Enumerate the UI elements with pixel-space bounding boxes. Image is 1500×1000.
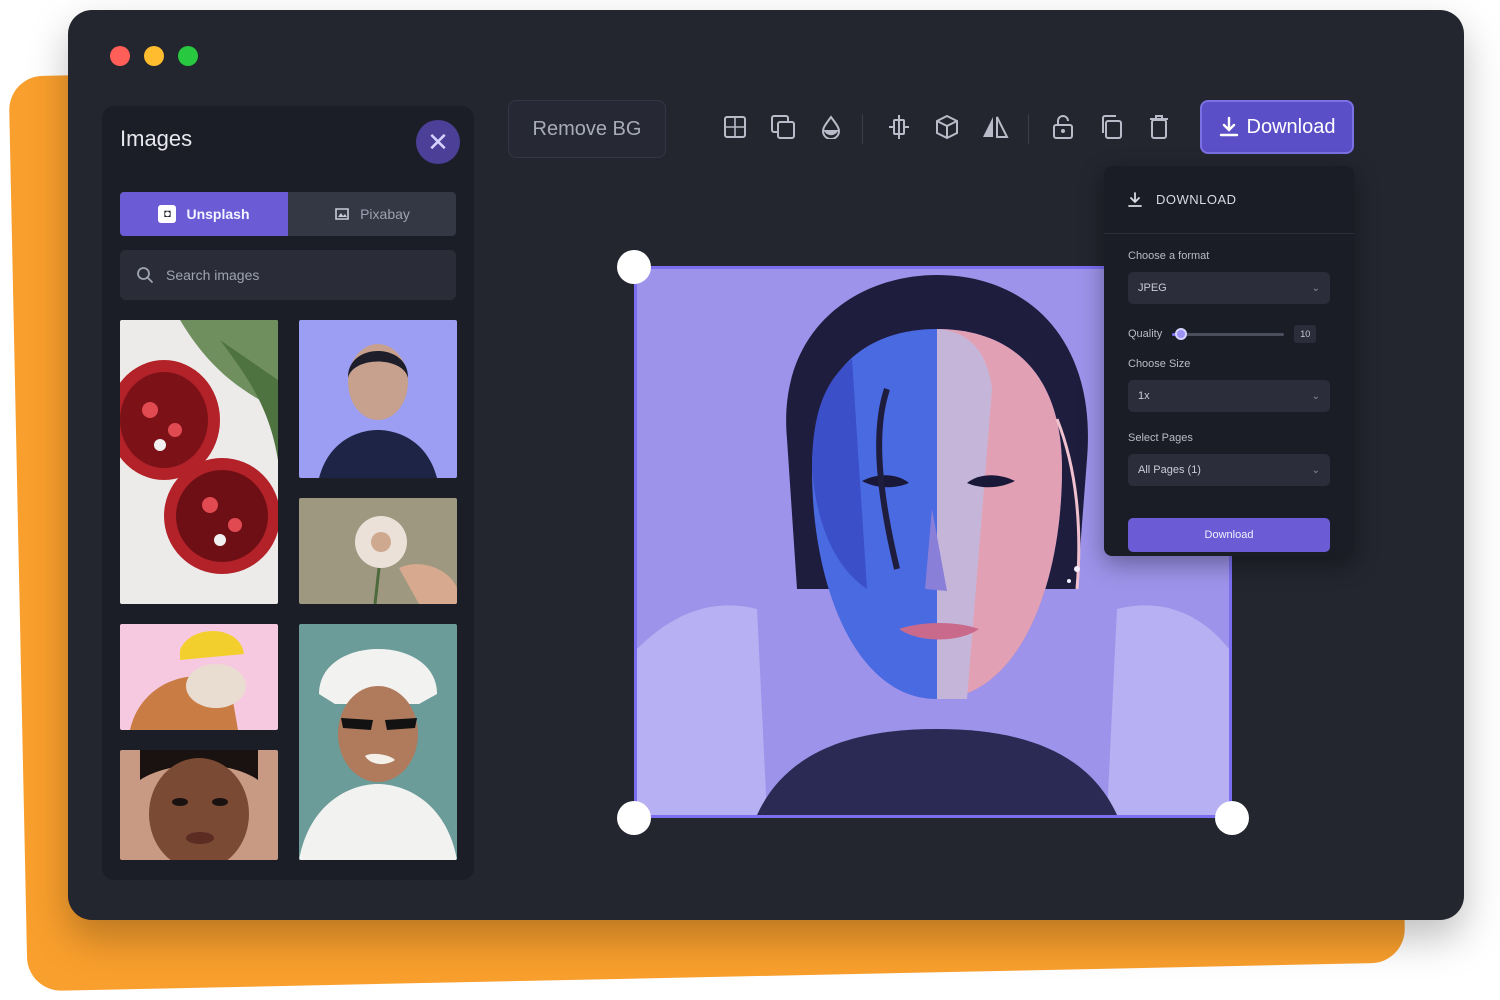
download-button-label: Download: [1246, 115, 1336, 138]
duplicate-frame-icon[interactable]: [764, 108, 802, 146]
toolbar-divider: [1028, 114, 1029, 144]
window-controls: [110, 46, 198, 66]
chevron-down-icon: ⌄: [1311, 464, 1320, 476]
tab-pixabay[interactable]: Pixabay: [288, 192, 456, 236]
pages-value: All Pages (1): [1138, 464, 1201, 476]
toolbar-divider: [862, 114, 863, 144]
thumbnail-portrait-woman[interactable]: [299, 320, 457, 478]
tool-group-object: [1044, 108, 1178, 146]
unlock-icon[interactable]: [1044, 108, 1082, 146]
grid-icon[interactable]: [716, 108, 754, 146]
trash-icon[interactable]: [1140, 108, 1178, 146]
thumbnail-towel-sunglasses[interactable]: [299, 624, 457, 860]
close-icon: ✕: [427, 127, 449, 157]
quality-slider-knob[interactable]: [1175, 327, 1188, 340]
download-panel-header: DOWNLOAD: [1104, 166, 1354, 234]
pixabay-icon: [335, 208, 349, 220]
size-label: Choose Size: [1128, 358, 1191, 370]
search-box: [120, 250, 456, 300]
images-panel: Images ✕ ◘ Unsplash Pixabay: [102, 106, 474, 880]
format-value: JPEG: [1138, 282, 1167, 294]
minimize-window-dot[interactable]: [144, 46, 164, 66]
thumbnail-flower-hand[interactable]: [299, 498, 457, 604]
tab-label: Unsplash: [186, 206, 250, 222]
pages-select[interactable]: All Pages (1) ⌄: [1128, 454, 1330, 486]
close-window-dot[interactable]: [110, 46, 130, 66]
close-panel-button[interactable]: ✕: [416, 120, 460, 164]
tab-label: Pixabay: [360, 206, 410, 222]
download-icon: [1128, 191, 1142, 207]
thumbnail-pomegranate[interactable]: [120, 320, 278, 604]
size-value: 1x: [1138, 390, 1150, 402]
remove-bg-button[interactable]: Remove BG: [508, 100, 666, 158]
resize-handle-bottom-left[interactable]: [617, 801, 651, 835]
chevron-down-icon: ⌄: [1311, 390, 1320, 402]
tab-unsplash[interactable]: ◘ Unsplash: [120, 192, 288, 236]
unsplash-icon: ◘: [158, 205, 177, 223]
quality-slider[interactable]: [1172, 327, 1285, 340]
download-submit-button[interactable]: Download: [1128, 518, 1330, 552]
maximize-window-dot[interactable]: [178, 46, 198, 66]
pages-label: Select Pages: [1128, 432, 1193, 444]
quality-row: Quality 10: [1128, 324, 1330, 344]
image-source-tabs: ◘ Unsplash Pixabay: [120, 192, 456, 236]
search-input[interactable]: [166, 267, 426, 283]
stage: Images ✕ ◘ Unsplash Pixabay Search image…: [0, 0, 1500, 1000]
copy-icon[interactable]: [1092, 108, 1130, 146]
thumbnail-dog-beanie[interactable]: [120, 624, 278, 730]
download-panel: DOWNLOAD Choose a format JPEG ⌄ Quality …: [1104, 166, 1354, 556]
resize-handle-bottom-right[interactable]: [1215, 801, 1249, 835]
search-icon: [137, 267, 153, 283]
thumbnail-woman-bronze[interactable]: [120, 750, 278, 860]
quality-label: Quality: [1128, 328, 1163, 340]
quality-value[interactable]: 10: [1294, 325, 1317, 343]
chevron-down-icon: ⌄: [1311, 282, 1320, 294]
download-panel-title: DOWNLOAD: [1156, 192, 1237, 207]
tool-group-arrange: [716, 108, 850, 146]
format-label: Choose a format: [1128, 250, 1210, 262]
app-window: Images ✕ ◘ Unsplash Pixabay Search image…: [68, 10, 1464, 920]
resize-handle-top-left[interactable]: [617, 250, 651, 284]
tool-group-transform: [880, 108, 1014, 146]
format-select[interactable]: JPEG ⌄: [1128, 272, 1330, 304]
layers-3d-icon[interactable]: [928, 108, 966, 146]
panel-title: Images: [120, 126, 193, 151]
download-icon: [1219, 116, 1238, 137]
align-center-icon[interactable]: [880, 108, 918, 146]
size-select[interactable]: 1x ⌄: [1128, 380, 1330, 412]
flip-icon[interactable]: [976, 108, 1014, 146]
opacity-icon[interactable]: [812, 108, 850, 146]
download-button[interactable]: Download: [1200, 100, 1354, 154]
